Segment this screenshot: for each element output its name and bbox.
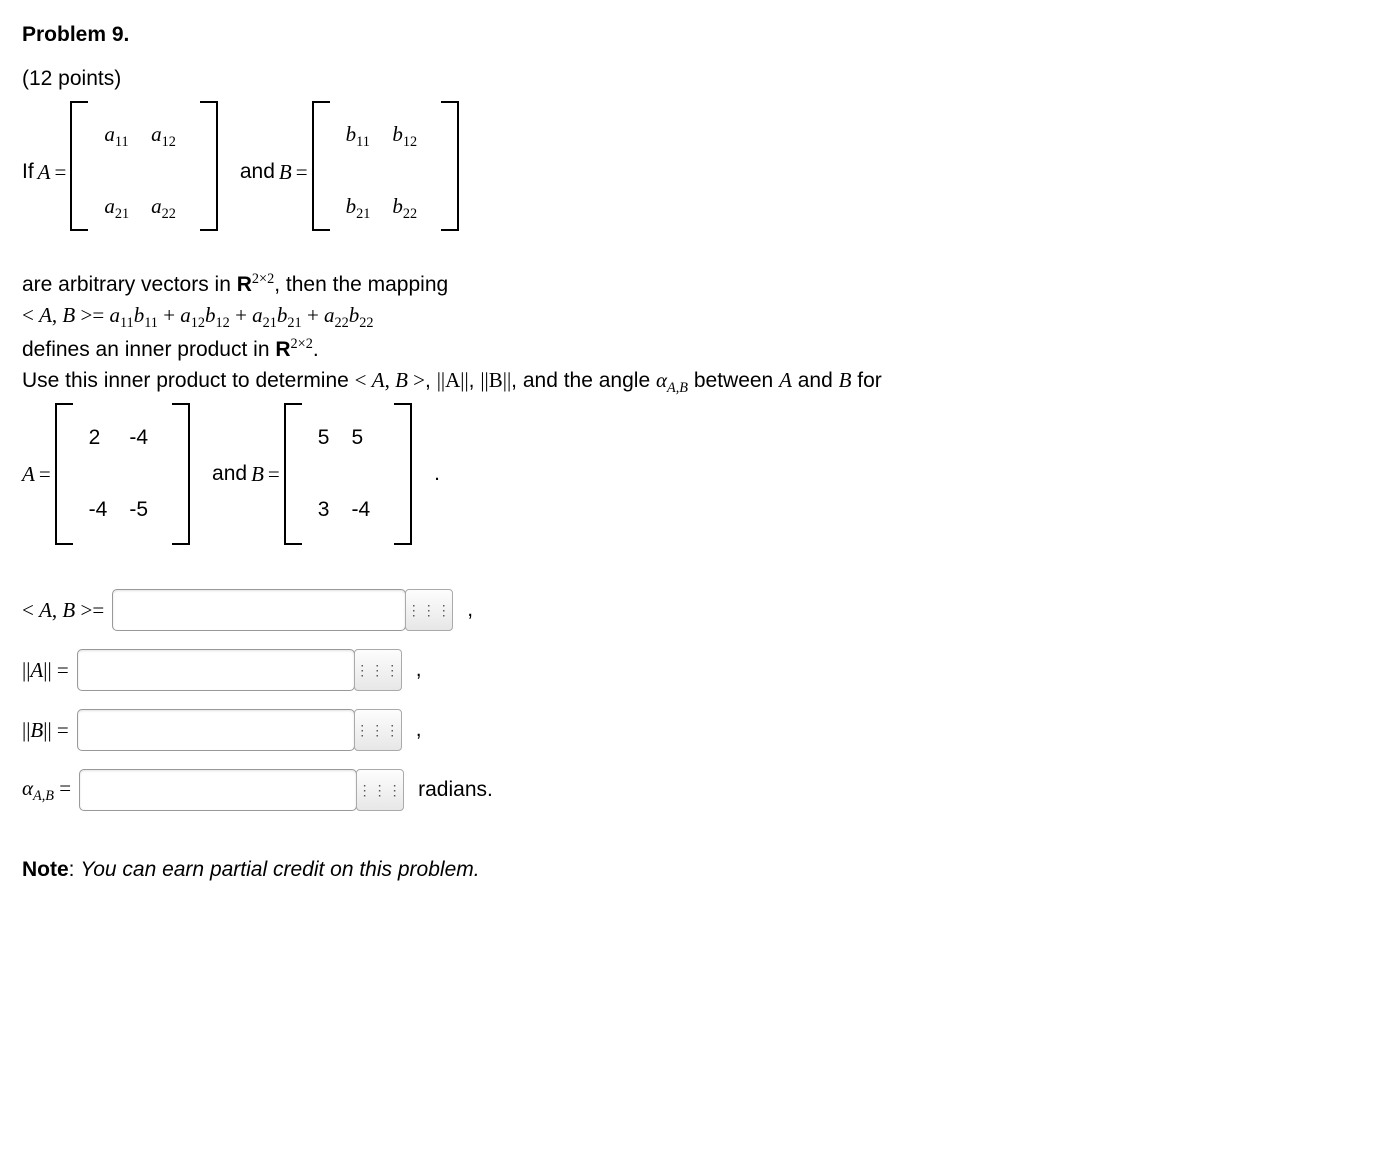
label-norm-a: ||A|| = xyxy=(22,655,69,685)
sym-B2: B xyxy=(251,459,264,489)
line-defines: defines an inner product in R2×2. xyxy=(22,334,1358,365)
label-ab: < A, B >= xyxy=(22,595,104,625)
line-use: Use this inner product to determine < A,… xyxy=(22,365,1358,399)
text-if: If xyxy=(22,157,34,187)
matrix-B-symbolic: b11 b12 b21 b22 xyxy=(312,101,460,243)
line-arbitrary: are arbitrary vectors in R2×2, then the … xyxy=(22,269,1358,300)
text-and2: and xyxy=(212,459,247,489)
input-angle[interactable] xyxy=(79,769,357,811)
trail-radians: radians. xyxy=(418,775,493,805)
label-norm-b: ||B|| = xyxy=(22,715,69,745)
keypad-button-na[interactable]: ⋮⋮⋮ xyxy=(354,649,402,691)
eq4: = xyxy=(268,459,280,489)
points-line: (12 points) xyxy=(22,64,1358,94)
matrix-A-symbolic: a11 a12 a21 a22 xyxy=(70,101,218,243)
keypad-button-ang[interactable]: ⋮⋮⋮ xyxy=(356,769,404,811)
trail-comma-2: , xyxy=(416,655,422,685)
input-inner-product[interactable] xyxy=(112,589,406,631)
trailing-period: . xyxy=(434,459,440,489)
input-norm-b[interactable] xyxy=(77,709,355,751)
problem-heading: Problem 9. xyxy=(22,20,1358,50)
keypad-button-ab[interactable]: ⋮⋮⋮ xyxy=(405,589,453,631)
eq3: = xyxy=(39,459,51,489)
keypad-button-nb[interactable]: ⋮⋮⋮ xyxy=(354,709,402,751)
sym-A: A xyxy=(38,157,51,187)
trail-comma-1: , xyxy=(467,595,473,625)
text-and1: and xyxy=(240,157,275,187)
input-norm-a[interactable] xyxy=(77,649,355,691)
label-alpha: αA,B = xyxy=(22,773,71,807)
sym-A2: A xyxy=(22,459,35,489)
matrix-A-numeric: 2 -4 -4 -5 xyxy=(55,403,190,545)
matrix-B-numeric: 5 5 3 -4 xyxy=(284,403,412,545)
line-inner-product-def: < A, B >= a11b11 + a12b12 + a21b21 + a22… xyxy=(22,300,1358,334)
sym-B: B xyxy=(279,157,292,187)
trail-comma-3: , xyxy=(416,715,422,745)
eq1: = xyxy=(55,157,67,187)
eq2: = xyxy=(296,157,308,187)
note-line: Note: You can earn partial credit on thi… xyxy=(22,855,1358,885)
